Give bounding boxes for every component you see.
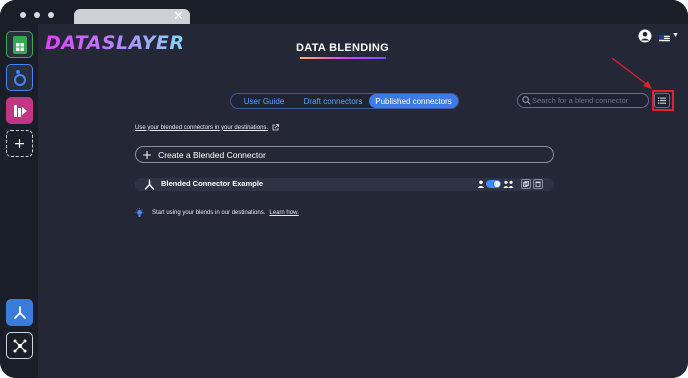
sidebar-item-looker-studio[interactable] xyxy=(6,64,33,91)
add-icon: + xyxy=(13,135,26,152)
annotation-arrow-icon xyxy=(611,57,652,89)
user-circle-icon[interactable] xyxy=(638,29,652,43)
tip-text: Start using your blends in our destinati… xyxy=(152,210,266,216)
sidebar-item-hub[interactable] xyxy=(6,332,33,359)
toggle-knob xyxy=(494,181,500,187)
connector-row[interactable]: Blended Connector Example xyxy=(135,178,554,191)
search-input[interactable] xyxy=(532,95,644,106)
sidebar: + xyxy=(0,24,38,378)
use-connectors-link[interactable]: Use your blended connectors in your dest… xyxy=(135,124,279,131)
create-button-label: Create a Blended Connector xyxy=(158,149,266,160)
close-icon[interactable]: ✕ xyxy=(173,10,184,24)
chevron-down-icon[interactable]: ▼ xyxy=(672,32,679,39)
window-close-dot[interactable] xyxy=(20,12,26,18)
connector-tabs: User Guide Draft connectors Published co… xyxy=(230,93,459,109)
main-content: DATASLAYER DATA BLENDING ▼ User Guide Dr… xyxy=(38,24,688,378)
plus-icon: + xyxy=(142,147,153,162)
power-bi-icon xyxy=(13,104,27,117)
dataslayer-logo: DATASLAYER xyxy=(45,32,185,54)
hub-icon xyxy=(13,339,26,352)
window-maximize-dot[interactable] xyxy=(48,12,54,18)
window-titlebar: ✕ xyxy=(0,0,688,25)
sidebar-item-add[interactable]: + xyxy=(6,130,33,157)
learn-how-link[interactable]: Learn how. xyxy=(269,210,298,216)
tab-published-connectors[interactable]: Published connectors xyxy=(369,94,458,108)
app-window: ✕ + DATASLAYER DATA BLENDING ▼ User Guid… xyxy=(0,0,688,378)
tab-user-guide[interactable]: User Guide xyxy=(231,94,297,108)
create-blended-connector-button[interactable]: + Create a Blended Connector xyxy=(135,146,554,163)
sidebar-item-power-bi[interactable] xyxy=(6,97,33,124)
publish-toggle[interactable] xyxy=(486,180,501,188)
external-link-icon xyxy=(272,124,279,131)
sidebar-item-blend[interactable] xyxy=(6,299,33,326)
copy-icon xyxy=(523,181,529,187)
page-title: DATA BLENDING xyxy=(296,42,389,54)
window-minimize-dot[interactable] xyxy=(34,12,40,18)
tip-row: Start using your blends in our destinati… xyxy=(135,208,299,218)
title-underline xyxy=(300,57,386,59)
browser-tab[interactable]: ✕ xyxy=(74,9,190,25)
search-icon xyxy=(522,96,531,105)
trash-icon xyxy=(535,181,541,187)
highlight-box xyxy=(652,90,674,111)
connector-name[interactable]: Blended Connector Example xyxy=(161,179,263,188)
search-box xyxy=(517,93,649,108)
us-flag-icon[interactable] xyxy=(659,35,670,42)
blend-icon xyxy=(144,179,155,190)
team-icon xyxy=(503,180,514,188)
looker-studio-icon xyxy=(13,69,26,86)
use-connectors-link-text: Use your blended connectors in your dest… xyxy=(135,124,269,131)
lightbulb-icon xyxy=(135,208,144,217)
delete-button[interactable] xyxy=(533,179,543,189)
google-sheets-icon xyxy=(12,35,27,54)
blend-icon xyxy=(13,305,26,319)
user-icon xyxy=(477,180,485,188)
copy-button[interactable] xyxy=(521,179,531,189)
sidebar-item-google-sheets[interactable] xyxy=(6,31,33,58)
tab-draft-connectors[interactable]: Draft connectors xyxy=(297,94,369,108)
